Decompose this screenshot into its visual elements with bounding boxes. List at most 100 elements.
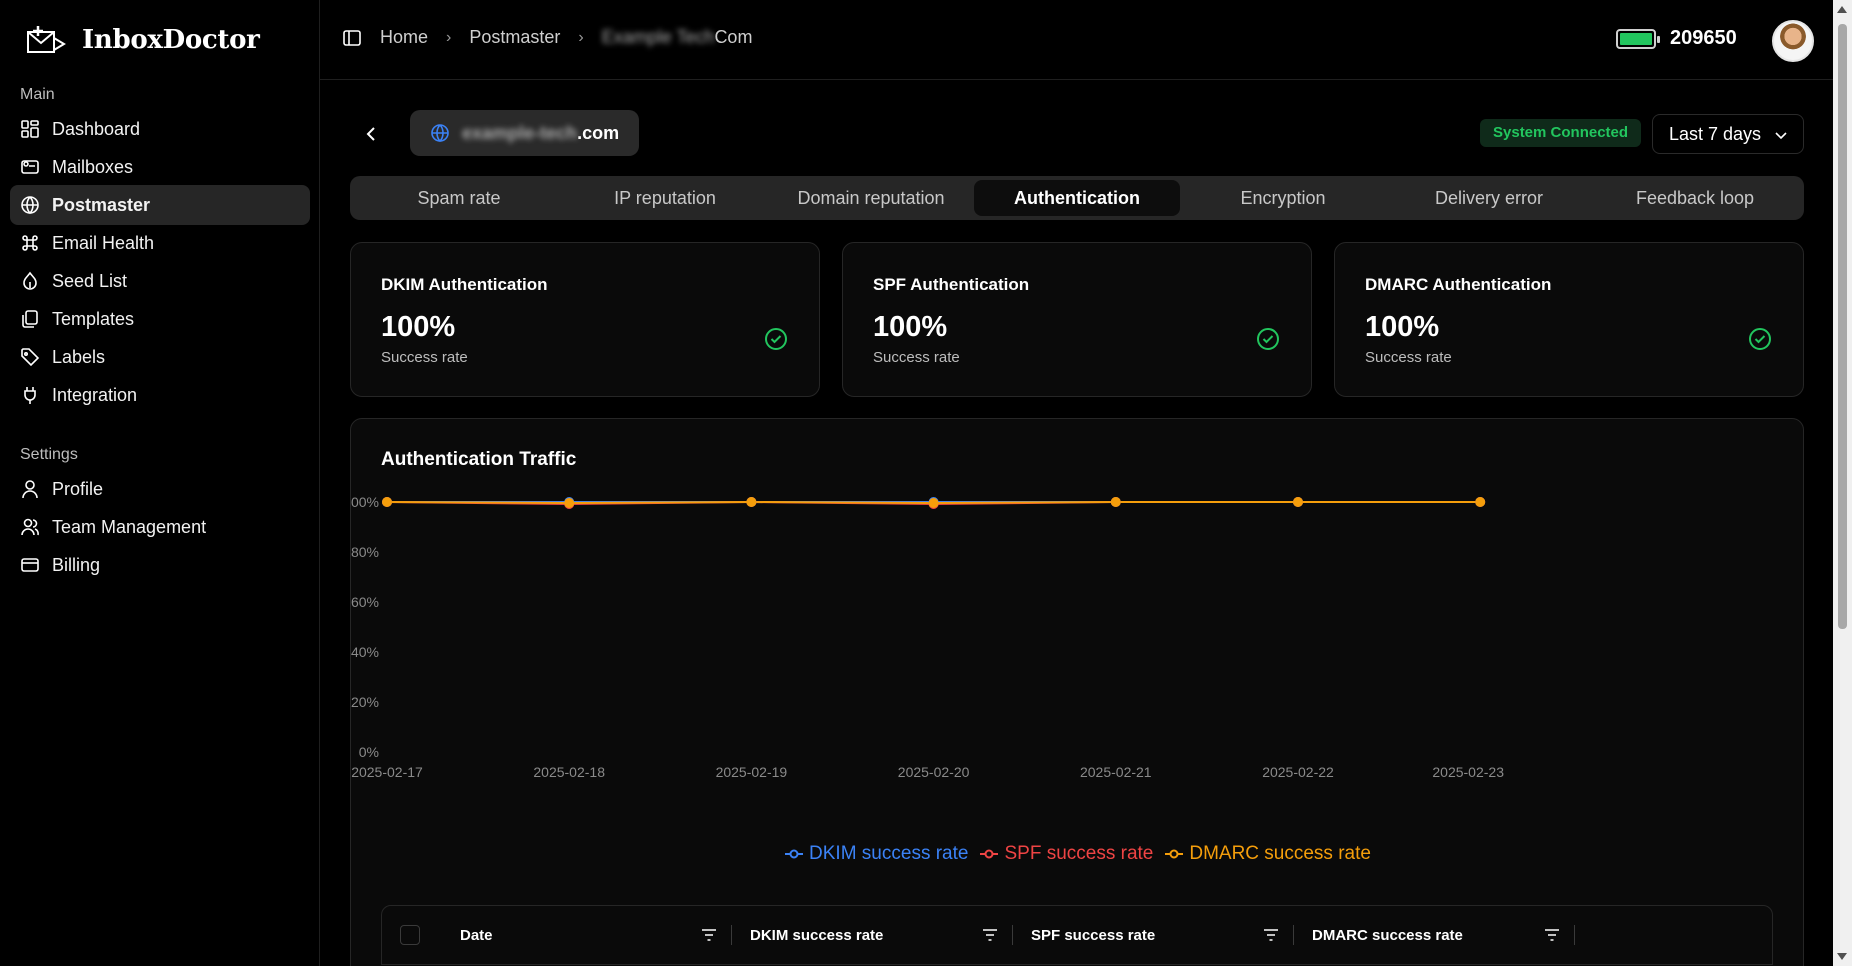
card-title: DMARC Authentication bbox=[1365, 275, 1552, 294]
sidebar-item-billing[interactable]: Billing bbox=[10, 545, 310, 585]
page-scrollbar[interactable] bbox=[1833, 0, 1852, 966]
seed-icon bbox=[23, 271, 37, 290]
x-tick-label: 2025-02-19 bbox=[716, 764, 788, 780]
data-point bbox=[928, 498, 939, 508]
sidebar-toggle-icon[interactable] bbox=[342, 28, 362, 48]
check-circle-icon bbox=[1257, 328, 1279, 350]
mailbox-icon bbox=[21, 160, 39, 174]
data-point bbox=[746, 497, 757, 507]
globe-icon bbox=[21, 196, 39, 215]
sidebar-item-dashboard[interactable]: Dashboard bbox=[10, 109, 310, 149]
auth-traffic-chart: 0% 20% 40% 60% 80% 100% 2025-02-17 2025-02-18 20… bbox=[351, 494, 1504, 780]
tab-spam-rate[interactable]: Spam rate bbox=[356, 180, 562, 216]
x-tick-label: 2025-02-23 bbox=[1432, 764, 1504, 780]
filter-icon[interactable] bbox=[700, 926, 718, 944]
breadcrumb-domain: Example TechCom bbox=[602, 27, 753, 48]
column-header-dmarc: DMARC success rate bbox=[1294, 923, 1575, 947]
sidebar-item-label: Billing bbox=[52, 554, 101, 575]
sidebar-item-label: Postmaster bbox=[52, 194, 151, 215]
sidebar-item-label: Labels bbox=[52, 346, 106, 367]
credits-display: 209650 bbox=[1616, 27, 1737, 50]
filter-icon[interactable] bbox=[1262, 926, 1280, 944]
scroll-down-icon[interactable] bbox=[1837, 953, 1847, 960]
y-tick-label: 20% bbox=[351, 694, 379, 710]
filter-icon[interactable] bbox=[981, 926, 999, 944]
sidebar-item-profile[interactable]: Profile bbox=[10, 469, 310, 509]
section-label-settings: Settings bbox=[20, 446, 78, 463]
legend-label: SPF success rate bbox=[1004, 843, 1154, 864]
data-point bbox=[1110, 497, 1121, 507]
data-point bbox=[1475, 497, 1486, 507]
topbar: Home › Postmaster › Example TechCom 2096… bbox=[320, 0, 1833, 80]
card-subtitle: Success rate bbox=[873, 349, 960, 366]
legend-label: DKIM success rate bbox=[809, 843, 969, 864]
card-value: 100% bbox=[381, 311, 456, 343]
y-tick-label: 60% bbox=[351, 594, 379, 610]
chevron-right-icon: › bbox=[578, 28, 584, 46]
sidebar-item-team-management[interactable]: Team Management bbox=[10, 507, 310, 547]
avatar[interactable] bbox=[1772, 20, 1814, 62]
domain-pill[interactable]: example-tech.com bbox=[410, 110, 640, 156]
card-value: 100% bbox=[1365, 311, 1440, 343]
plug-icon bbox=[24, 387, 36, 404]
column-label: DMARC success rate bbox=[1312, 926, 1463, 944]
sidebar-item-email-health[interactable]: Email Health bbox=[10, 223, 310, 263]
sidebar-item-label: Seed List bbox=[52, 270, 128, 291]
x-tick-label: 2025-02-21 bbox=[1080, 764, 1152, 780]
card-value: 100% bbox=[873, 311, 948, 343]
x-tick-label: 2025-02-18 bbox=[533, 764, 605, 780]
user-icon bbox=[22, 480, 38, 499]
dashboard-icon bbox=[21, 120, 39, 138]
chart-plot-group: 0% 20% 40% 60% 80% 100% 2025-02-17 2025-02-18 20… bbox=[351, 494, 1504, 780]
sidebar-item-seed-list[interactable]: Seed List bbox=[10, 261, 310, 301]
domain-name: example-tech.com bbox=[462, 123, 619, 144]
y-tick-label: 40% bbox=[351, 644, 379, 660]
chart-legend: DKIM success rate SPF success rate DMARC… bbox=[351, 843, 1805, 865]
app-name: InboxDoctor bbox=[82, 25, 260, 55]
select-all-checkbox[interactable] bbox=[400, 925, 420, 945]
card-icon bbox=[21, 558, 39, 572]
sidebar-item-templates[interactable]: Templates bbox=[10, 299, 310, 339]
auth-traffic-panel: Authentication Traffic 0%20%40%60%80%100… bbox=[350, 418, 1804, 966]
back-button[interactable] bbox=[360, 122, 384, 146]
check-circle-icon bbox=[765, 328, 787, 350]
tab-ip-reputation[interactable]: IP reputation bbox=[562, 180, 768, 216]
column-header-spf: SPF success rate bbox=[1013, 923, 1294, 947]
scroll-thumb[interactable] bbox=[1838, 24, 1847, 629]
y-tick-label: 100% bbox=[351, 494, 379, 510]
check-circle-icon bbox=[1749, 328, 1771, 350]
sidebar-item-integration[interactable]: Integration bbox=[10, 375, 310, 415]
chevron-down-icon bbox=[1775, 132, 1787, 140]
sidebar-item-mailboxes[interactable]: Mailboxes bbox=[10, 147, 310, 187]
card-title: DKIM Authentication bbox=[381, 275, 548, 294]
users-icon bbox=[21, 518, 39, 536]
legend-item-spf[interactable]: SPF success rate bbox=[980, 843, 1153, 865]
spf-card: SPF Authentication 100% Success rate bbox=[842, 242, 1312, 397]
breadcrumb-postmaster[interactable]: Postmaster bbox=[469, 27, 560, 48]
scroll-up-icon[interactable] bbox=[1837, 6, 1847, 13]
sidebar: InboxDoctor Main Dashboard Mailboxes Pos… bbox=[0, 0, 320, 966]
domain-name-suffix: .com bbox=[577, 122, 620, 143]
legend-item-dkim[interactable]: DKIM success rate bbox=[785, 843, 968, 865]
legend-item-dmarc[interactable]: DMARC success rate bbox=[1165, 843, 1371, 865]
brand[interactable]: InboxDoctor bbox=[24, 22, 260, 58]
tab-authentication[interactable]: Authentication bbox=[974, 180, 1180, 216]
sidebar-item-label: Profile bbox=[52, 478, 104, 499]
sidebar-item-label: Integration bbox=[52, 384, 138, 405]
date-range-select[interactable]: Last 7 days bbox=[1652, 114, 1804, 154]
sidebar-item-postmaster[interactable]: Postmaster bbox=[10, 185, 310, 225]
breadcrumb-home[interactable]: Home bbox=[380, 27, 428, 48]
tab-encryption[interactable]: Encryption bbox=[1180, 180, 1386, 216]
sidebar-item-label: Mailboxes bbox=[52, 156, 134, 177]
y-tick-label: 80% bbox=[351, 544, 379, 560]
tab-feedback-loop[interactable]: Feedback loop bbox=[1592, 180, 1798, 216]
sidebar-item-label: Email Health bbox=[52, 232, 155, 253]
filter-icon[interactable] bbox=[1543, 926, 1561, 944]
column-label: DKIM success rate bbox=[750, 926, 884, 944]
tab-domain-reputation[interactable]: Domain reputation bbox=[768, 180, 974, 216]
legend-marker-icon bbox=[980, 849, 999, 859]
tab-delivery-error[interactable]: Delivery error bbox=[1386, 180, 1592, 216]
tab-bar: Spam rate IP reputation Domain reputatio… bbox=[350, 176, 1804, 220]
battery-icon bbox=[1616, 28, 1660, 49]
sidebar-item-labels[interactable]: Labels bbox=[10, 337, 310, 377]
